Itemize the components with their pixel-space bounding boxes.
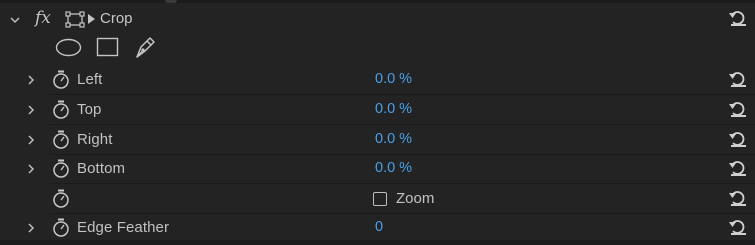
property-value[interactable]: 0.0 % bbox=[375, 101, 412, 117]
panel-bottom-edge bbox=[0, 240, 755, 245]
collapse-chevron-icon[interactable] bbox=[8, 13, 22, 27]
property-row-zoom[interactable]: Zoom bbox=[0, 184, 755, 214]
fx-icon[interactable]: fx bbox=[35, 8, 51, 28]
stopwatch-icon[interactable] bbox=[52, 129, 70, 149]
reset-icon[interactable] bbox=[728, 188, 748, 208]
stopwatch-icon[interactable] bbox=[52, 69, 70, 89]
property-row-left[interactable]: Left 0.0 % bbox=[0, 65, 755, 95]
property-label: Left bbox=[77, 71, 103, 88]
stopwatch-icon[interactable] bbox=[52, 99, 70, 119]
expand-chevron-icon[interactable] bbox=[24, 133, 38, 147]
reset-icon[interactable] bbox=[728, 217, 748, 237]
expand-chevron-icon[interactable] bbox=[24, 221, 38, 235]
expand-chevron-icon[interactable] bbox=[24, 103, 38, 117]
property-row-top[interactable]: Top 0.0 % bbox=[0, 95, 755, 125]
reset-icon[interactable] bbox=[728, 69, 748, 89]
property-row-edge-feather[interactable]: Edge Feather 0 bbox=[0, 213, 755, 243]
property-label: Bottom bbox=[77, 160, 126, 177]
property-value[interactable]: 0 bbox=[375, 219, 383, 235]
zoom-checkbox-label[interactable]: Zoom bbox=[396, 190, 434, 207]
effect-header-crop[interactable]: fx Crop bbox=[0, 5, 755, 35]
panel-top-edge bbox=[0, 0, 755, 3]
property-label: Right bbox=[77, 131, 113, 148]
ellipse-mask-tool[interactable] bbox=[55, 38, 82, 57]
reset-icon[interactable] bbox=[728, 99, 748, 119]
reset-icon[interactable] bbox=[728, 129, 748, 149]
zoom-checkbox[interactable] bbox=[373, 192, 387, 206]
property-value[interactable]: 0.0 % bbox=[375, 71, 412, 87]
expand-chevron-icon[interactable] bbox=[24, 162, 38, 176]
stopwatch-icon[interactable] bbox=[52, 217, 70, 237]
property-label: Top bbox=[77, 101, 102, 118]
rectangle-mask-tool[interactable] bbox=[96, 37, 119, 57]
crop-transform-icon[interactable] bbox=[65, 10, 97, 30]
property-label: Edge Feather bbox=[77, 219, 170, 236]
scroll-nub bbox=[165, 0, 177, 3]
property-row-bottom[interactable]: Bottom 0.0 % bbox=[0, 154, 755, 184]
pen-mask-tool[interactable] bbox=[133, 35, 157, 59]
reset-icon[interactable] bbox=[728, 158, 748, 178]
effect-title: Crop bbox=[100, 10, 133, 27]
reset-icon[interactable] bbox=[728, 8, 748, 28]
property-value[interactable]: 0.0 % bbox=[375, 131, 412, 147]
stopwatch-icon[interactable] bbox=[52, 158, 70, 178]
property-value[interactable]: 0.0 % bbox=[375, 160, 412, 176]
expand-chevron-icon[interactable] bbox=[24, 73, 38, 87]
property-row-right[interactable]: Right 0.0 % bbox=[0, 125, 755, 155]
stopwatch-icon[interactable] bbox=[52, 188, 70, 208]
